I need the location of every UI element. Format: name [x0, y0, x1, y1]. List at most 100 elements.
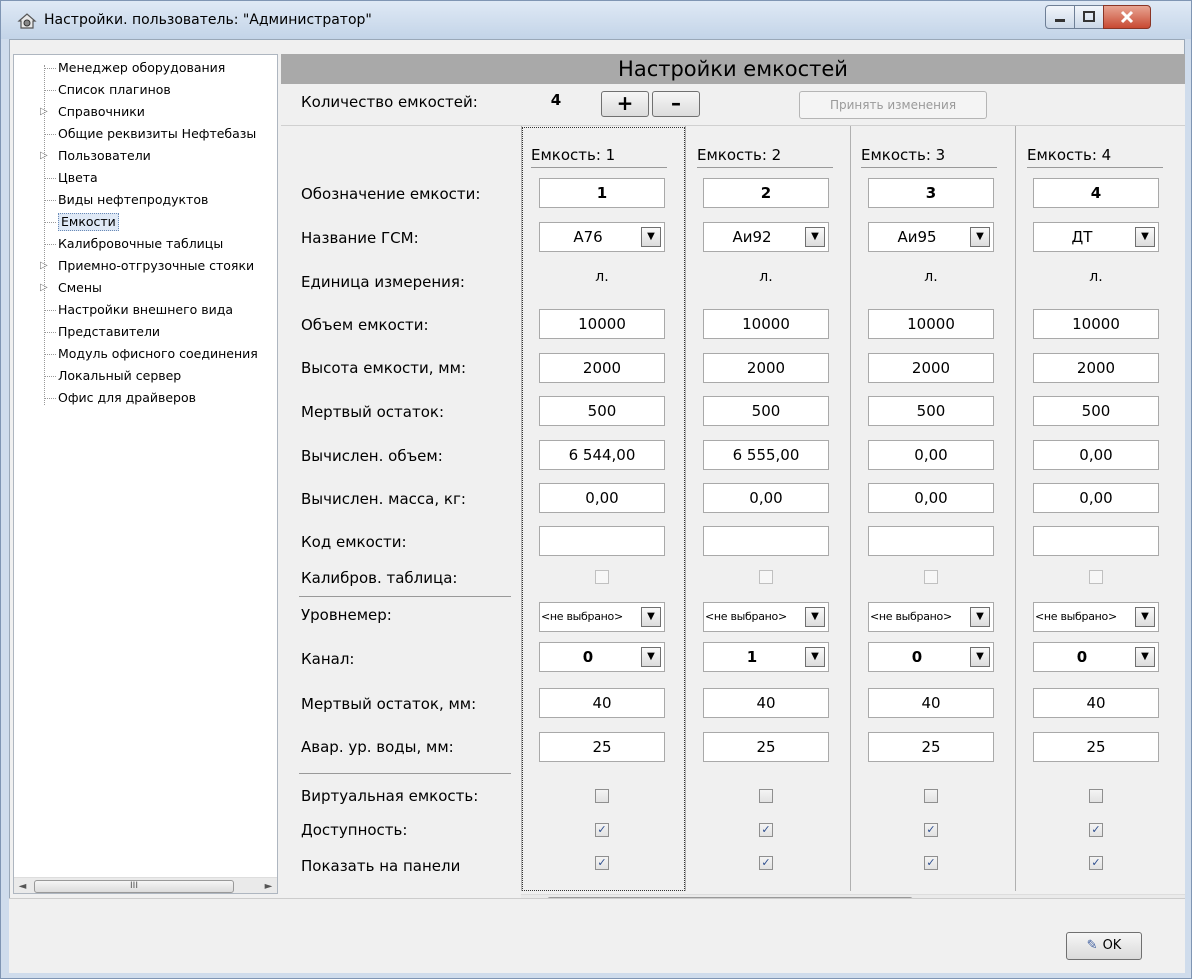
tank-height-field[interactable]: 2000: [703, 353, 829, 383]
calc-volume-field[interactable]: 6 544,00: [539, 440, 665, 470]
tank-height-field[interactable]: 2000: [539, 353, 665, 383]
fuel-name-select[interactable]: ДТ ▼: [1033, 222, 1159, 252]
calc-volume-field[interactable]: 0,00: [1033, 440, 1159, 470]
chevron-down-icon[interactable]: ▼: [805, 647, 825, 667]
scroll-thumb[interactable]: III: [34, 880, 234, 893]
virtual-tank-checkbox[interactable]: [759, 789, 773, 803]
tank-height-field[interactable]: 2000: [868, 353, 994, 383]
tree-connector: [44, 222, 56, 223]
show-on-panel-checkbox[interactable]: ✓: [595, 856, 609, 870]
availability-checkbox[interactable]: ✓: [595, 823, 609, 837]
calc-mass-field[interactable]: 0,00: [539, 483, 665, 513]
channel-select[interactable]: 0 ▼: [539, 642, 665, 672]
maximize-icon: [1083, 11, 1095, 22]
tank-volume-field[interactable]: 10000: [868, 309, 994, 339]
channel-select[interactable]: 1 ▼: [703, 642, 829, 672]
chevron-down-icon[interactable]: ▼: [1135, 647, 1155, 667]
label-calc-volume: Вычислен. объем:: [301, 447, 443, 465]
tank-volume-field[interactable]: 10000: [539, 309, 665, 339]
virtual-tank-checkbox[interactable]: [924, 789, 938, 803]
house-gear-icon: [17, 13, 37, 29]
alarm-water-field[interactable]: 25: [868, 732, 994, 762]
availability-checkbox[interactable]: ✓: [924, 823, 938, 837]
dead-rest-field[interactable]: 500: [868, 396, 994, 426]
fuel-name-select[interactable]: Аи92 ▼: [703, 222, 829, 252]
availability-checkbox[interactable]: ✓: [759, 823, 773, 837]
minimize-button[interactable]: [1045, 5, 1075, 29]
expand-arrow-icon[interactable]: ▷: [40, 278, 48, 298]
show-on-panel-checkbox[interactable]: ✓: [1089, 856, 1103, 870]
dead-rest-mm-field[interactable]: 40: [868, 688, 994, 718]
chevron-down-icon[interactable]: ▼: [805, 607, 825, 627]
dead-rest-mm-field[interactable]: 40: [703, 688, 829, 718]
chevron-down-icon[interactable]: ▼: [641, 227, 661, 247]
maximize-button[interactable]: [1074, 5, 1104, 29]
tree-item-label: Смены: [58, 280, 102, 295]
tank-code-field[interactable]: [539, 526, 665, 556]
tank-height-field[interactable]: 2000: [1033, 353, 1159, 383]
chevron-down-icon[interactable]: ▼: [970, 647, 990, 667]
chevron-down-icon[interactable]: ▼: [1135, 227, 1155, 247]
show-on-panel-checkbox[interactable]: ✓: [924, 856, 938, 870]
tank-designation-field[interactable]: 2: [703, 178, 829, 208]
channel-select[interactable]: 0 ▼: [868, 642, 994, 672]
close-button[interactable]: [1103, 5, 1151, 29]
tree-item-label: Представители: [58, 324, 161, 339]
section-divider: [299, 773, 511, 774]
ok-button[interactable]: ✎ OK: [1066, 932, 1142, 960]
level-gauge-select[interactable]: <не выбрано> ▼: [1033, 602, 1159, 632]
calc-volume-field[interactable]: 0,00: [868, 440, 994, 470]
alarm-water-field[interactable]: 25: [1033, 732, 1159, 762]
chevron-down-icon[interactable]: ▼: [641, 647, 661, 667]
tree-horizontal-scrollbar[interactable]: ◄ III ►: [14, 877, 277, 893]
add-tank-button[interactable]: +: [601, 91, 649, 117]
fuel-name-select[interactable]: А76 ▼: [539, 222, 665, 252]
expand-arrow-icon[interactable]: ▷: [40, 146, 48, 166]
label-dead-rest: Мертвый остаток:: [301, 403, 445, 421]
expand-arrow-icon[interactable]: ▷: [40, 256, 48, 276]
dead-rest-mm-field[interactable]: 40: [539, 688, 665, 718]
fuel-name-select[interactable]: Аи95 ▼: [868, 222, 994, 252]
tank-volume-field[interactable]: 10000: [1033, 309, 1159, 339]
availability-checkbox[interactable]: ✓: [1089, 823, 1103, 837]
show-on-panel-checkbox[interactable]: ✓: [759, 856, 773, 870]
channel-select[interactable]: 0 ▼: [1033, 642, 1159, 672]
chevron-down-icon[interactable]: ▼: [1135, 607, 1155, 627]
tank-designation-field[interactable]: 1: [539, 178, 665, 208]
dead-rest-field[interactable]: 500: [1033, 396, 1159, 426]
alarm-water-field[interactable]: 25: [539, 732, 665, 762]
tank-code-field[interactable]: [1033, 526, 1159, 556]
tank-code-field[interactable]: [868, 526, 994, 556]
remove-tank-button[interactable]: –: [652, 91, 700, 117]
chevron-down-icon[interactable]: ▼: [805, 227, 825, 247]
settings-tree[interactable]: Менеджер оборудования Список плагинов ▷ Спр…: [13, 54, 278, 894]
scroll-right-button[interactable]: ►: [260, 878, 277, 893]
calc-mass-field[interactable]: 0,00: [703, 483, 829, 513]
expand-arrow-icon[interactable]: ▷: [40, 102, 48, 122]
apply-changes-button[interactable]: Принять изменения: [799, 91, 987, 119]
level-gauge-select[interactable]: <не выбрано> ▼: [703, 602, 829, 632]
alarm-water-field[interactable]: 25: [703, 732, 829, 762]
dead-rest-field[interactable]: 500: [703, 396, 829, 426]
window-title: Настройки. пользователь: "Администратор": [44, 12, 372, 28]
virtual-tank-checkbox[interactable]: [1089, 789, 1103, 803]
calc-mass-field[interactable]: 0,00: [868, 483, 994, 513]
level-gauge-select[interactable]: <не выбрано> ▼: [539, 602, 665, 632]
chevron-down-icon[interactable]: ▼: [641, 607, 661, 627]
title-bar[interactable]: Настройки. пользователь: "Администратор": [1, 1, 1191, 39]
chevron-down-icon[interactable]: ▼: [970, 607, 990, 627]
calc-volume-field[interactable]: 6 555,00: [703, 440, 829, 470]
dead-rest-field[interactable]: 500: [539, 396, 665, 426]
calc-mass-field[interactable]: 0,00: [1033, 483, 1159, 513]
tank-code-field[interactable]: [703, 526, 829, 556]
virtual-tank-checkbox[interactable]: [595, 789, 609, 803]
tank-designation-field[interactable]: 4: [1033, 178, 1159, 208]
tank-designation-field[interactable]: 3: [868, 178, 994, 208]
scroll-left-button[interactable]: ◄: [14, 878, 31, 893]
chevron-down-icon[interactable]: ▼: [970, 227, 990, 247]
column-separator: [685, 126, 686, 891]
dead-rest-mm-field[interactable]: 40: [1033, 688, 1159, 718]
tank-volume-field[interactable]: 10000: [703, 309, 829, 339]
column-separator: [850, 126, 851, 891]
level-gauge-select[interactable]: <не выбрано> ▼: [868, 602, 994, 632]
